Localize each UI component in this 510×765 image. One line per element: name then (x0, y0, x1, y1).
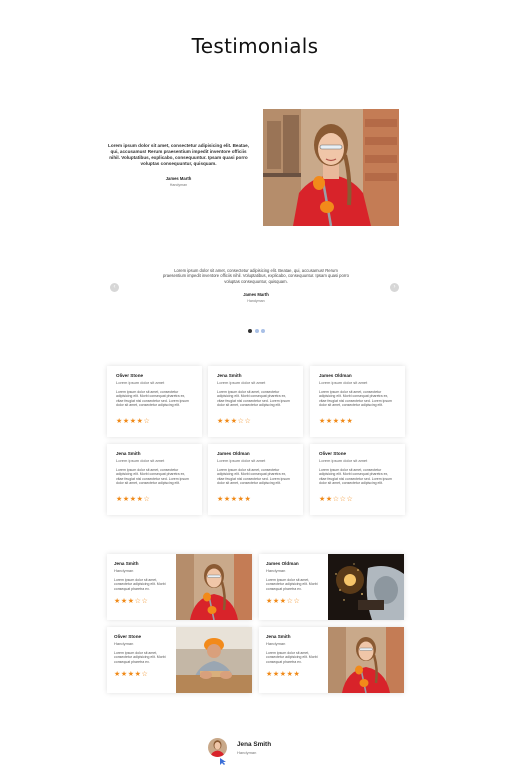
star-rating: ★★★★☆ (116, 496, 151, 503)
cursor-icon (220, 758, 226, 765)
card-subtitle: Lorem ipsum dolor sit amet (319, 380, 368, 385)
card-author-name: James Oldman (217, 451, 250, 456)
slider-quote: Lorem ipsum dolor sit amet, consectetur … (163, 268, 349, 284)
slider-testimonial: Lorem ipsum dolor sit amet, consectetur … (163, 268, 349, 303)
card-author-role: Handyman (114, 568, 134, 573)
star-rating: ★★★★★ (217, 496, 252, 503)
woman-worker-photo (208, 738, 227, 757)
card-author-name: Jena Smith (217, 373, 242, 378)
card-quote: Lorem ipsum dolor sit amet, consectetur … (266, 651, 318, 664)
card-quote: Lorem ipsum dolor sit amet, consectetur … (217, 468, 290, 485)
card-photo (328, 627, 404, 693)
chevron-left-icon[interactable]: ‹ (110, 283, 119, 292)
card-author-role: Handyman (266, 641, 286, 646)
card-author-name: Jena Smith (116, 451, 141, 456)
slider-dot[interactable] (261, 329, 265, 333)
page-title: Testimonials (191, 34, 319, 58)
card-quote: Lorem ipsum dolor sit amet, consectetur … (266, 578, 318, 591)
featured-testimonial: Lorem ipsum dolor sit amet, consectetur … (106, 143, 251, 187)
card-quote: Lorem ipsum dolor sit amet, consectetur … (114, 578, 166, 591)
card-author-name: Jena Smith (114, 561, 139, 566)
card-author-name: Oliver Stone (116, 373, 144, 378)
image-testimonial-card: James Oldman Handyman Lorem ipsum dolor si… (259, 554, 404, 620)
slider-author-name: James Marth (243, 292, 269, 298)
woman-worker-photo (263, 109, 399, 226)
slider-dots (248, 329, 265, 333)
slider-dot[interactable] (254, 329, 259, 333)
star-rating: ★★★☆☆ (217, 418, 252, 425)
woman-worker-photo (176, 554, 252, 620)
card-author-role: Handyman (114, 641, 134, 646)
woman-worker-photo (328, 627, 404, 693)
chevron-right-icon[interactable]: › (390, 283, 399, 292)
testimonial-card: Oliver Stone Lorem ipsum dolor sit amet Lo… (310, 444, 405, 515)
testimonial-card: James Oldman Lorem ipsum dolor sit amet Lo… (310, 366, 405, 437)
card-author-name: Oliver Stone (319, 451, 347, 456)
card-subtitle: Lorem ipsum dolor sit amet (116, 458, 165, 463)
card-quote: Lorem ipsum dolor sit amet, consectetur … (217, 390, 290, 407)
image-testimonial-card: Jena Smith Handyman Lorem ipsum dolor sit … (107, 554, 252, 620)
author-name: Jena Smith (237, 741, 272, 748)
slider-author-role: Handyman (247, 298, 265, 303)
card-subtitle: Lorem ipsum dolor sit amet (217, 458, 266, 463)
card-subtitle: Lorem ipsum dolor sit amet (116, 380, 165, 385)
star-rating: ★★★★☆ (114, 671, 149, 678)
card-author-name: Jena Smith (266, 634, 291, 639)
card-author-role: Handyman (266, 568, 286, 573)
testimonial-card: Jena Smith Lorem ipsum dolor sit amet Lore… (208, 366, 303, 437)
testimonial-card: James Oldman Lorem ipsum dolor sit amet Lo… (208, 444, 303, 515)
card-quote: Lorem ipsum dolor sit amet, consectetur … (319, 468, 392, 485)
testimonial-card: Jena Smith Lorem ipsum dolor sit amet Lore… (107, 444, 202, 515)
welding-photo (328, 554, 404, 620)
card-quote: Lorem ipsum dolor sit amet, consectetur … (116, 468, 189, 485)
slider-dot[interactable] (248, 329, 252, 333)
star-rating: ★★☆☆☆ (319, 496, 354, 503)
featured-author-name: James Marth (165, 176, 192, 181)
star-rating: ★★★★★ (266, 671, 301, 678)
star-rating: ★★★☆☆ (266, 598, 301, 605)
card-author-name: James Oldman (266, 561, 299, 566)
card-author-name: Oliver Stone (114, 634, 142, 639)
star-rating: ★★★★☆ (116, 418, 151, 425)
card-subtitle: Lorem ipsum dolor sit amet (217, 380, 266, 385)
avatar (208, 738, 227, 757)
card-photo (176, 554, 252, 620)
card-quote: Lorem ipsum dolor sit amet, consectetur … (116, 390, 189, 407)
featured-quote: Lorem ipsum dolor sit amet, consectetur … (108, 143, 249, 166)
star-rating: ★★★☆☆ (114, 598, 149, 605)
author-role: Handyman (237, 750, 257, 755)
card-photo (176, 627, 252, 693)
card-quote: Lorem ipsum dolor sit amet, consectetur … (114, 651, 166, 664)
card-subtitle: Lorem ipsum dolor sit amet (319, 458, 368, 463)
image-testimonial-card: Oliver Stone Handyman Lorem ipsum dolor si… (107, 627, 252, 693)
featured-author-role: Handyman (169, 182, 188, 187)
carpenter-photo (176, 627, 252, 693)
star-rating: ★★★★★ (319, 418, 354, 425)
featured-photo (263, 109, 399, 226)
testimonial-card: Oliver Stone Lorem ipsum dolor sit amet Lo… (107, 366, 202, 437)
image-testimonial-card: Jena Smith Handyman Lorem ipsum dolor sit … (259, 627, 404, 693)
card-author-name: James Oldman (319, 373, 352, 378)
card-quote: Lorem ipsum dolor sit amet, consectetur … (319, 390, 392, 407)
card-photo (328, 554, 404, 620)
